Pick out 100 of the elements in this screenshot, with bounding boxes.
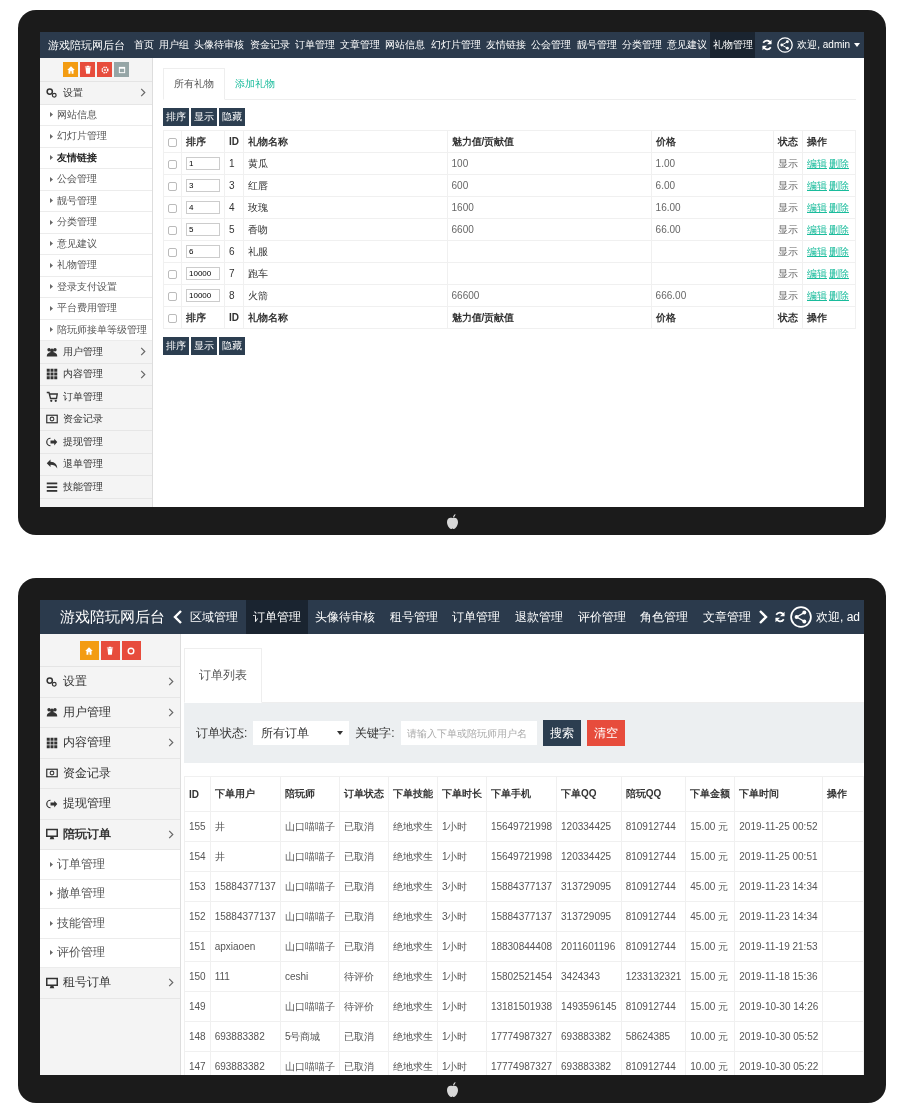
sidebar-subitem[interactable]: 礼物管理: [40, 255, 152, 277]
nav-item[interactable]: 幻灯片管理: [428, 32, 484, 58]
sidebar-item[interactable]: 用户管理: [40, 697, 180, 728]
home-button[interactable]: [63, 62, 78, 77]
keyword-field[interactable]: 请输入下单或陪玩师用户名: [400, 721, 537, 745]
nav-item[interactable]: 公会管理: [528, 32, 574, 58]
sidebar-subitem[interactable]: 幻灯片管理: [40, 126, 152, 148]
nav-item[interactable]: 意见建议: [664, 32, 710, 58]
sidebar-subitem[interactable]: 友情链接: [40, 147, 152, 169]
table-cell: 810912744: [625, 821, 676, 832]
sidebar-subitem[interactable]: 意见建议: [40, 233, 152, 255]
checkbox[interactable]: [168, 247, 177, 257]
sort-field[interactable]: 10000: [186, 289, 220, 302]
nav-item[interactable]: 退款管理: [507, 600, 571, 634]
status-select[interactable]: 所有订单: [253, 721, 350, 745]
sort-field[interactable]: 1: [186, 157, 220, 170]
nav-item[interactable]: 头像待审核: [308, 600, 383, 634]
nav-item[interactable]: 头像待审核: [191, 32, 247, 58]
toolbar-button[interactable]: 排序: [163, 108, 189, 126]
checkbox[interactable]: [168, 137, 177, 147]
chevron-right-icon[interactable]: [758, 610, 768, 624]
nav-item[interactable]: 友情链接: [483, 32, 529, 58]
sidebar-subitem[interactable]: 平台费用管理: [40, 298, 152, 320]
nav-item[interactable]: 靓号管理: [573, 32, 620, 58]
nav-item[interactable]: 资金记录: [246, 32, 293, 58]
table-cell: 玫瑰: [248, 201, 268, 213]
toolbar-button[interactable]: 隐藏: [219, 108, 245, 126]
nav-item[interactable]: 首页: [131, 32, 157, 58]
greeting-text[interactable]: 欢迎, ad: [816, 608, 860, 626]
sidebar-subitem[interactable]: 订单管理: [40, 850, 180, 880]
checkbox[interactable]: [168, 291, 177, 301]
trash-button[interactable]: [100, 641, 120, 660]
toolbar-button[interactable]: 显示: [191, 337, 217, 355]
sort-field[interactable]: 6: [186, 245, 220, 258]
sidebar-subitem[interactable]: 评价管理: [40, 938, 180, 968]
sidebar-item[interactable]: 提现管理: [40, 789, 180, 820]
tab[interactable]: 所有礼物: [163, 68, 225, 100]
nav-item[interactable]: 分类管理: [619, 32, 665, 58]
sidebar-subitem[interactable]: 陪玩师接单等级管理: [40, 319, 152, 341]
sort-field[interactable]: 3: [186, 179, 220, 192]
sort-field[interactable]: 5: [186, 223, 220, 236]
checkbox[interactable]: [168, 203, 177, 213]
tab[interactable]: 订单列表: [184, 648, 262, 703]
refresh-icon[interactable]: [761, 39, 774, 51]
nav-item[interactable]: 区域管理: [183, 600, 246, 634]
nav-item[interactable]: 网站信息: [382, 32, 429, 58]
chevron-left-icon[interactable]: [173, 610, 183, 624]
toolbar-button[interactable]: 显示: [191, 108, 217, 126]
toolbar-button[interactable]: 排序: [163, 337, 189, 355]
home-button[interactable]: [79, 641, 99, 660]
sidebar-subitem[interactable]: 技能管理: [40, 909, 180, 939]
sidebar-item[interactable]: 退单管理: [40, 453, 152, 476]
trash-button[interactable]: [80, 62, 95, 77]
sidebar-subitem[interactable]: 网站信息: [40, 104, 152, 126]
greeting-text[interactable]: 欢迎, admin: [797, 38, 850, 52]
avatar-icon[interactable]: [777, 37, 794, 53]
nav-item[interactable]: 角色管理: [632, 600, 696, 634]
sidebar-item[interactable]: 资金记录: [40, 758, 180, 789]
sidebar-subitem[interactable]: 撤单管理: [40, 879, 180, 909]
refresh-icon[interactable]: [774, 611, 786, 623]
nav-item[interactable]: 评价管理: [570, 600, 633, 634]
caret-icon: [50, 112, 53, 118]
sidebar-item[interactable]: 租号订单: [40, 968, 180, 999]
checkbox[interactable]: [168, 225, 177, 235]
sidebar-item[interactable]: 资金记录: [40, 408, 152, 431]
nav-item[interactable]: 订单管理: [292, 32, 338, 58]
nav-item[interactable]: 订单管理: [445, 600, 508, 634]
nav-item[interactable]: 租号管理: [382, 600, 446, 634]
sidebar-item[interactable]: 提现管理: [40, 431, 152, 454]
checkbox[interactable]: [168, 313, 177, 323]
nav-item[interactable]: 礼物管理: [709, 32, 756, 58]
sidebar-subitem[interactable]: 公会管理: [40, 169, 152, 191]
nav-item[interactable]: 订单管理: [245, 600, 309, 634]
checkbox[interactable]: [168, 159, 177, 169]
sidebar-item[interactable]: 技能管理: [40, 476, 152, 499]
sidebar-item[interactable]: 订单管理: [40, 386, 152, 409]
table-cell: 100: [451, 158, 469, 169]
gear-button[interactable]: [97, 62, 112, 77]
window-button[interactable]: [114, 62, 129, 77]
sort-field[interactable]: 4: [186, 201, 220, 214]
nav-item[interactable]: 文章管理: [695, 600, 758, 634]
checkbox[interactable]: [168, 269, 177, 279]
search-button[interactable]: 搜索: [542, 720, 581, 746]
sidebar-subitem[interactable]: 分类管理: [40, 212, 152, 234]
sidebar-item[interactable]: 设置: [40, 667, 180, 698]
caret-icon[interactable]: [854, 43, 860, 47]
sort-field[interactable]: 10000: [186, 267, 220, 280]
avatar-icon[interactable]: [790, 606, 812, 628]
ring-button[interactable]: [121, 641, 141, 660]
toolbar-button[interactable]: 隐藏: [219, 337, 245, 355]
sidebar-subitem[interactable]: 靓号管理: [40, 190, 152, 212]
sidebar-subitem[interactable]: 登录支付设置: [40, 276, 152, 298]
sidebar-item[interactable]: 设置: [40, 82, 152, 105]
nav-item[interactable]: 用户组: [156, 32, 192, 58]
sidebar-item[interactable]: 内容管理: [40, 363, 152, 386]
checkbox[interactable]: [168, 181, 177, 191]
sidebar-item[interactable]: 内容管理: [40, 728, 180, 759]
nav-item[interactable]: 文章管理: [337, 32, 383, 58]
sidebar-item[interactable]: 用户管理: [40, 341, 152, 364]
clear-button[interactable]: 清空: [586, 720, 625, 746]
